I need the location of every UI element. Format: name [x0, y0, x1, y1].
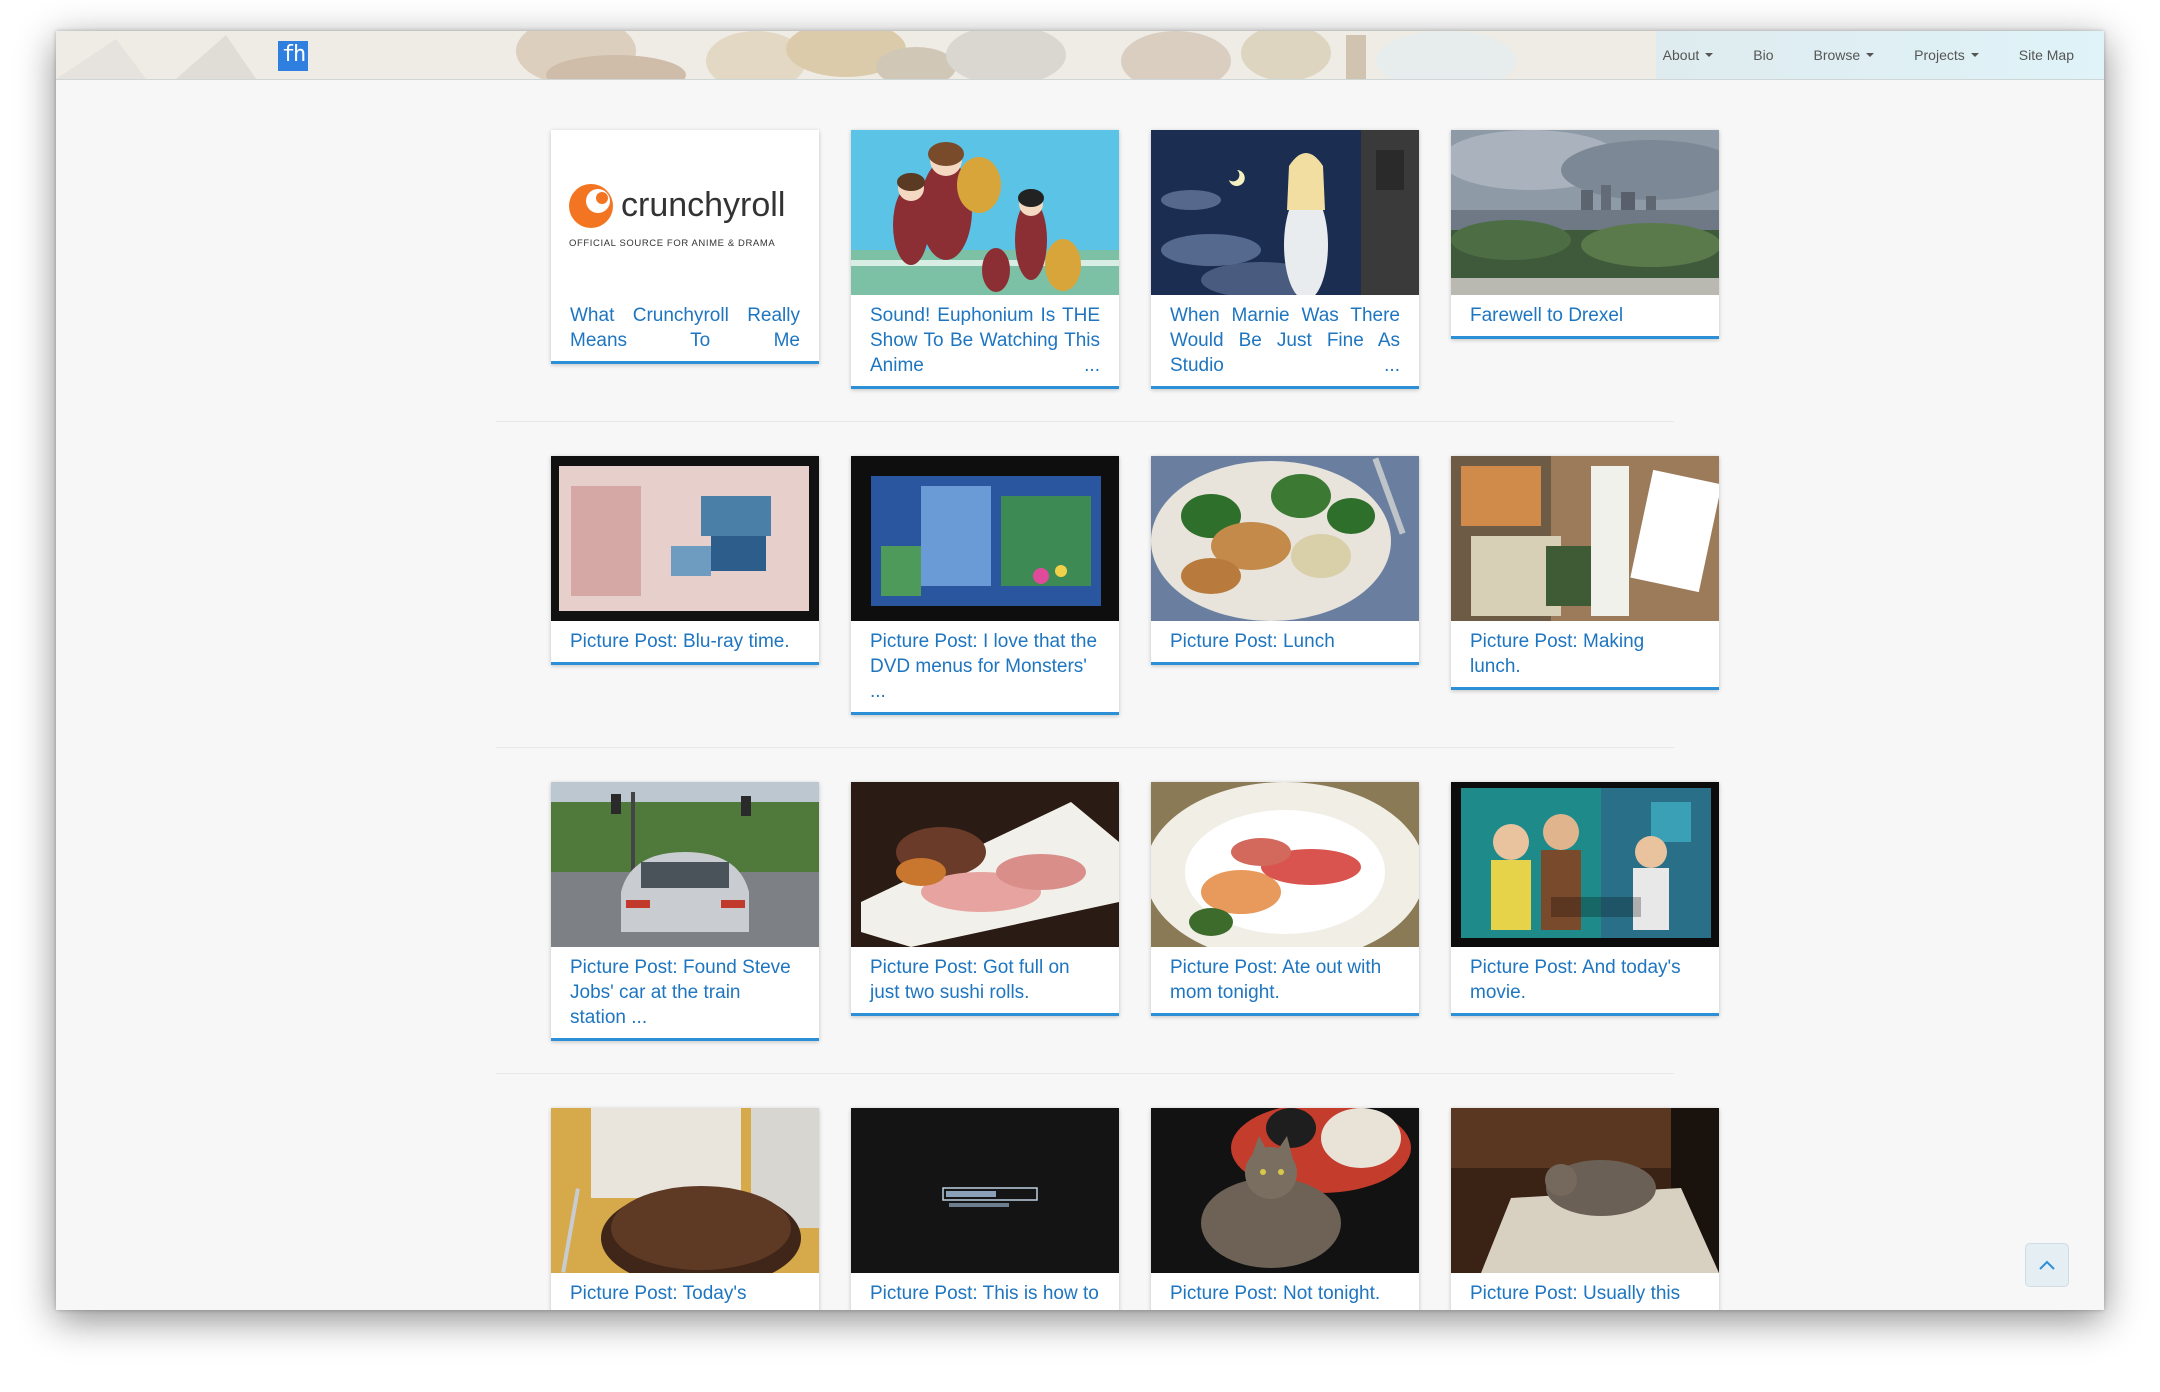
post-title[interactable]: When Marnie Was There Would Be Just Fine… [1151, 295, 1419, 386]
post-title[interactable]: Picture Post: Got full on just two sushi… [851, 947, 1119, 1013]
post-row: Picture Post: Today's lunch. Picture Pos… [496, 1077, 1719, 1310]
nav-about[interactable]: About [1663, 47, 1714, 63]
post-thumbnail [1451, 456, 1719, 621]
post-title[interactable]: Sound! Euphonium Is THE Show To Be Watch… [851, 295, 1119, 386]
dvd-menu-photo [851, 456, 1119, 621]
post-thumbnail [551, 1108, 819, 1273]
post-title[interactable]: Picture Post: Making lunch. [1451, 621, 1719, 687]
row-divider [496, 1073, 1674, 1074]
caret-down-icon [1866, 53, 1875, 57]
post-card[interactable]: Picture Post: Today's lunch. [551, 1108, 819, 1310]
nav-browse[interactable]: Browse [1813, 47, 1875, 63]
post-title[interactable]: Picture Post: Not tonight. [1151, 1273, 1419, 1310]
post-grid: crunchyroll OFFICIAL SOURCE FOR ANIME & … [496, 99, 1719, 1310]
post-title[interactable]: Farewell to Drexel [1451, 295, 1719, 336]
anime-euphonium-image [851, 130, 1119, 295]
post-card[interactable]: Picture Post: Got full on just two sushi… [851, 782, 1119, 1016]
post-thumbnail [1451, 782, 1719, 947]
post-thumbnail: crunchyroll OFFICIAL SOURCE FOR ANIME & … [551, 130, 819, 295]
post-title[interactable]: Picture Post: Lunch [1151, 621, 1419, 662]
post-title[interactable]: Picture Post: I love that the DVD menus … [851, 621, 1119, 712]
bluray-menu-photo [551, 456, 819, 621]
cat-on-cushion-photo [1151, 1108, 1419, 1273]
post-card[interactable]: When Marnie Was There Would Be Just Fine… [1151, 130, 1419, 389]
post-title[interactable]: Picture Post: Usually this trouble maker… [1451, 1273, 1719, 1310]
post-title[interactable]: Picture Post: Blu-ray time. [551, 621, 819, 662]
post-card[interactable]: Picture Post: Usually this trouble maker… [1451, 1108, 1719, 1310]
row-divider [496, 421, 1674, 422]
pie-lunch-photo [551, 1108, 819, 1273]
post-thumbnail [1151, 782, 1419, 947]
post-title[interactable]: Picture Post: Today's lunch. [551, 1273, 819, 1310]
caret-down-icon [1970, 53, 1979, 57]
silver-car-photo [551, 782, 819, 947]
post-thumbnail [1151, 456, 1419, 621]
dark-screen-photo [851, 1108, 1119, 1273]
post-thumbnail [551, 456, 819, 621]
post-thumbnail [1151, 130, 1419, 295]
movie-screen-photo [1451, 782, 1719, 947]
post-card[interactable]: Picture Post: Found Steve Jobs' car at t… [551, 782, 819, 1041]
post-thumbnail [1451, 130, 1719, 295]
nav-browse-label: Browse [1813, 47, 1861, 63]
city-skyline-photo [1451, 130, 1719, 295]
making-lunch-photo [1451, 456, 1719, 621]
nav-bio-label: Bio [1753, 47, 1774, 63]
post-row: Picture Post: Blu-ray time. Picture Post… [496, 425, 1719, 751]
post-thumbnail [851, 782, 1119, 947]
post-card[interactable]: Picture Post: And today's movie. [1451, 782, 1719, 1016]
post-thumbnail [851, 456, 1119, 621]
nav-about-label: About [1662, 47, 1700, 63]
sushi-plate-photo [851, 782, 1119, 947]
nav-bio[interactable]: Bio [1753, 47, 1773, 63]
post-card[interactable]: crunchyroll OFFICIAL SOURCE FOR ANIME & … [551, 130, 819, 364]
nav-links: About Bio Browse Projects Site Map [1623, 31, 2074, 79]
post-card[interactable]: Sound! Euphonium Is THE Show To Be Watch… [851, 130, 1119, 389]
browser-window: fh About Bio Browse Projects Site Map cr… [56, 31, 2104, 1310]
post-card[interactable]: Picture Post: Not tonight. [1151, 1108, 1419, 1310]
post-card[interactable]: Picture Post: Blu-ray time. [551, 456, 819, 665]
post-card[interactable]: Picture Post: Making lunch. [1451, 456, 1719, 690]
nav-projects-label: Projects [1914, 47, 1965, 63]
post-card[interactable]: Picture Post: This is how to properly bu… [851, 1108, 1119, 1310]
post-thumbnail [1451, 1108, 1719, 1273]
post-thumbnail [851, 130, 1119, 295]
crunchyroll-logo-image: crunchyroll OFFICIAL SOURCE FOR ANIME & … [551, 130, 819, 295]
fh-logo-icon[interactable]: fh [278, 41, 308, 71]
lunch-plate-photo [1151, 456, 1419, 621]
nav-site-map-label: Site Map [2018, 47, 2074, 63]
post-title[interactable]: Picture Post: And today's movie. [1451, 947, 1719, 1013]
chevron-up-icon [2039, 1260, 2055, 1270]
crunchyroll-wordmark: crunchyroll [621, 186, 785, 224]
post-title[interactable]: Picture Post: Found Steve Jobs' car at t… [551, 947, 819, 1038]
post-thumbnail [1151, 1108, 1419, 1273]
post-thumbnail [551, 782, 819, 947]
post-row: crunchyroll OFFICIAL SOURCE FOR ANIME & … [496, 99, 1719, 425]
post-thumbnail [851, 1108, 1119, 1273]
nav-site-map[interactable]: Site Map [2019, 47, 2074, 63]
sashimi-plate-photo [1151, 782, 1419, 947]
crunchyroll-tagline: OFFICIAL SOURCE FOR ANIME & DRAMA [569, 238, 775, 249]
post-card[interactable]: Farewell to Drexel [1451, 130, 1719, 339]
navbar: fh About Bio Browse Projects Site Map [56, 31, 2104, 80]
post-title[interactable]: What Crunchyroll Really Means To Me [551, 295, 819, 361]
post-title[interactable]: Picture Post: This is how to properly bu… [851, 1273, 1119, 1310]
row-divider [496, 747, 1674, 748]
caret-down-icon [1705, 53, 1714, 57]
post-row: Picture Post: Found Steve Jobs' car at t… [496, 751, 1719, 1077]
post-card[interactable]: Picture Post: I love that the DVD menus … [851, 456, 1119, 715]
sleeping-cat-photo [1451, 1108, 1719, 1273]
post-card[interactable]: Picture Post: Lunch [1151, 456, 1419, 665]
post-title[interactable]: Picture Post: Ate out with mom tonight. [1151, 947, 1419, 1013]
post-card[interactable]: Picture Post: Ate out with mom tonight. [1151, 782, 1419, 1016]
nav-projects[interactable]: Projects [1914, 47, 1979, 63]
scroll-to-top-button[interactable] [2025, 1243, 2069, 1287]
anime-marnie-image [1151, 130, 1419, 295]
